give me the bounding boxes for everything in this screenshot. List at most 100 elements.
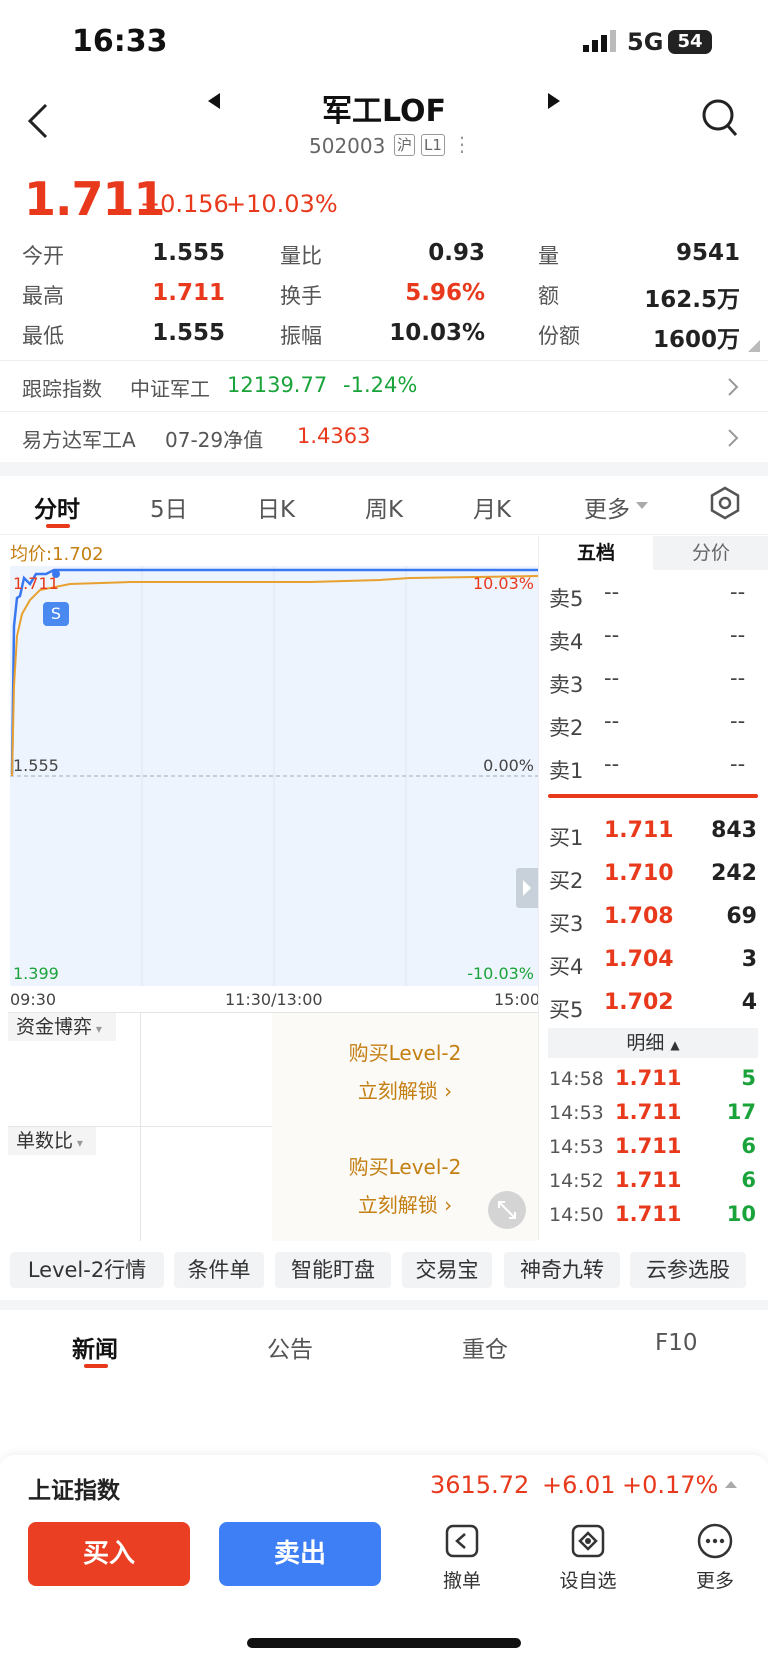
level2-panels: 资金博弈 ▾ 购买Level-2 立刻解锁 › 单数比 ▾ 购买Level-2 … — [8, 1012, 538, 1241]
tab-f10[interactable]: F10 — [655, 1330, 698, 1356]
buy-button[interactable]: 买入 — [28, 1522, 190, 1586]
tracking-label: 跟踪指数 — [22, 377, 102, 401]
tool-level2-quotes[interactable]: Level-2行情 — [10, 1252, 164, 1288]
stat-label: 最高 — [22, 284, 64, 308]
chevron-right-icon — [728, 429, 739, 447]
bid-volume: 69 — [726, 904, 757, 929]
bid-price[interactable]: 1.702 — [604, 990, 674, 1015]
expand-panel-tab[interactable] — [516, 868, 538, 908]
more-actions-button[interactable]: 更多 — [685, 1522, 745, 1593]
tick-volume: 17 — [726, 1100, 756, 1124]
tab-week-k[interactable]: 周K — [365, 490, 403, 524]
tool-cloud-stock-pick[interactable]: 云参选股 — [630, 1252, 746, 1288]
intraday-chart[interactable]: 1.711 10.03% 1.555 0.00% 1.399 -10.03% S — [10, 566, 539, 986]
tab-5day[interactable]: 5日 — [150, 490, 188, 524]
tool-magic-nine[interactable]: 神奇九转 — [504, 1252, 620, 1288]
tracking-index-name: 中证军工 — [130, 377, 210, 401]
signal-icon — [583, 30, 616, 52]
level-badge: L1 — [421, 134, 445, 156]
chevron-down-icon — [636, 502, 648, 509]
network-type: 5G — [627, 28, 664, 56]
stat-value: 1.711 — [152, 280, 225, 306]
stat-label: 最低 — [22, 324, 64, 348]
prev-stock-icon[interactable] — [208, 93, 220, 109]
bid-label: 买1 — [549, 826, 584, 850]
active-tab-indicator — [84, 1364, 108, 1368]
stat-label: 换手 — [280, 284, 322, 308]
tick-price: 1.711 — [615, 1202, 682, 1226]
index-name: 上证指数 — [28, 1478, 120, 1504]
stat-label: 量 — [538, 244, 559, 268]
tool-smart-watch[interactable]: 智能盯盘 — [275, 1252, 391, 1288]
ask-label: 卖4 — [549, 630, 584, 654]
tool-trade-treasure[interactable]: 交易宝 — [402, 1252, 492, 1288]
index-value: 3615.72 — [430, 1471, 530, 1499]
bid-price[interactable]: 1.711 — [604, 818, 674, 843]
fund-nav-row[interactable]: 易方达军工A 07-29净值 1.4363 — [0, 412, 768, 462]
expand-corner-icon[interactable] — [748, 340, 760, 352]
fund-flow-dropdown[interactable]: 资金博弈 ▾ — [8, 1013, 116, 1041]
bid-volume: 4 — [741, 990, 757, 1015]
index-change-pct: +0.17% — [622, 1471, 719, 1499]
stat-label: 今开 — [22, 244, 64, 268]
bid-price[interactable]: 1.710 — [604, 861, 674, 886]
tab-price-distribution[interactable]: 分价 — [653, 536, 768, 570]
level2-promo-line1[interactable]: 购买Level-2 — [272, 1037, 538, 1066]
index-ticker-bar[interactable]: 上证指数 3615.72 +6.01 +0.17% — [0, 1455, 768, 1513]
tab-news[interactable]: 新闻 — [72, 1330, 118, 1364]
tracking-index-change: -1.24% — [343, 373, 418, 397]
nav-date-label: 07-29净值 — [165, 428, 264, 452]
time-axis-end: 15:00 — [494, 990, 541, 1009]
divider — [0, 534, 768, 535]
tab-more[interactable]: 更多 — [584, 490, 630, 524]
tab-holdings[interactable]: 重仓 — [462, 1330, 508, 1364]
bid-volume: 843 — [711, 818, 757, 843]
ask-price: -- — [604, 623, 620, 647]
ask-label: 卖2 — [549, 716, 584, 740]
tick-time: 14:53 — [549, 1136, 604, 1158]
stat-label: 量比 — [280, 244, 322, 268]
order-ratio-dropdown[interactable]: 单数比 ▾ — [8, 1127, 96, 1155]
tick-time: 14:58 — [549, 1068, 604, 1090]
ask-price: -- — [604, 666, 620, 690]
tick-volume: 6 — [741, 1134, 756, 1158]
tracking-index-row[interactable]: 跟踪指数 中证军工 12139.77 -1.24% — [0, 361, 768, 411]
stat-label: 振幅 — [280, 324, 322, 348]
avg-price-label: 均价:1.702 — [10, 544, 104, 565]
tool-conditional-order[interactable]: 条件单 — [174, 1252, 264, 1288]
tick-time: 14:53 — [549, 1102, 604, 1124]
bid-price[interactable]: 1.704 — [604, 947, 674, 972]
bid-price[interactable]: 1.708 — [604, 904, 674, 929]
back-icon[interactable] — [26, 102, 50, 140]
stock-title: 军工LOF — [321, 94, 447, 129]
tab-intraday[interactable]: 分时 — [34, 490, 80, 524]
bid-volume: 242 — [711, 861, 757, 886]
bid-label: 买2 — [549, 869, 584, 893]
sell-signal-marker[interactable]: S — [43, 602, 69, 626]
tab-five-levels[interactable]: 五档 — [539, 536, 653, 570]
add-watchlist-button[interactable]: 设自选 — [558, 1522, 618, 1593]
stat-value: 10.03% — [389, 320, 485, 346]
next-stock-icon[interactable] — [548, 93, 560, 109]
bid-label: 买4 — [549, 955, 584, 979]
stat-value: 1.555 — [152, 240, 225, 266]
tick-detail-header[interactable]: 明细 ▲ — [548, 1028, 758, 1058]
search-icon[interactable] — [701, 98, 739, 138]
tick-volume: 6 — [741, 1168, 756, 1192]
sell-button[interactable]: 卖出 — [219, 1522, 381, 1586]
fullscreen-icon[interactable] — [488, 1191, 526, 1229]
tab-month-k[interactable]: 月K — [473, 490, 511, 524]
watchlist-icon — [571, 1524, 605, 1558]
stat-value: 1600万 — [652, 327, 740, 353]
stat-value: 0.93 — [428, 240, 485, 266]
more-dots-icon[interactable]: ⋮ — [452, 132, 472, 156]
settings-hexagon-icon[interactable] — [708, 486, 742, 520]
level2-promo-line2[interactable]: 立刻解锁 › — [272, 1075, 538, 1104]
tab-day-k[interactable]: 日K — [257, 490, 295, 524]
stock-header: 军工LOF 502003 沪 L1 ⋮ — [0, 80, 768, 165]
tick-volume: 10 — [726, 1202, 756, 1226]
level2-promo-line1[interactable]: 购买Level-2 — [272, 1151, 538, 1180]
cancel-order-button[interactable]: 撤单 — [432, 1522, 492, 1593]
tab-announcements[interactable]: 公告 — [267, 1330, 313, 1364]
bid-ask-divider — [548, 794, 758, 798]
